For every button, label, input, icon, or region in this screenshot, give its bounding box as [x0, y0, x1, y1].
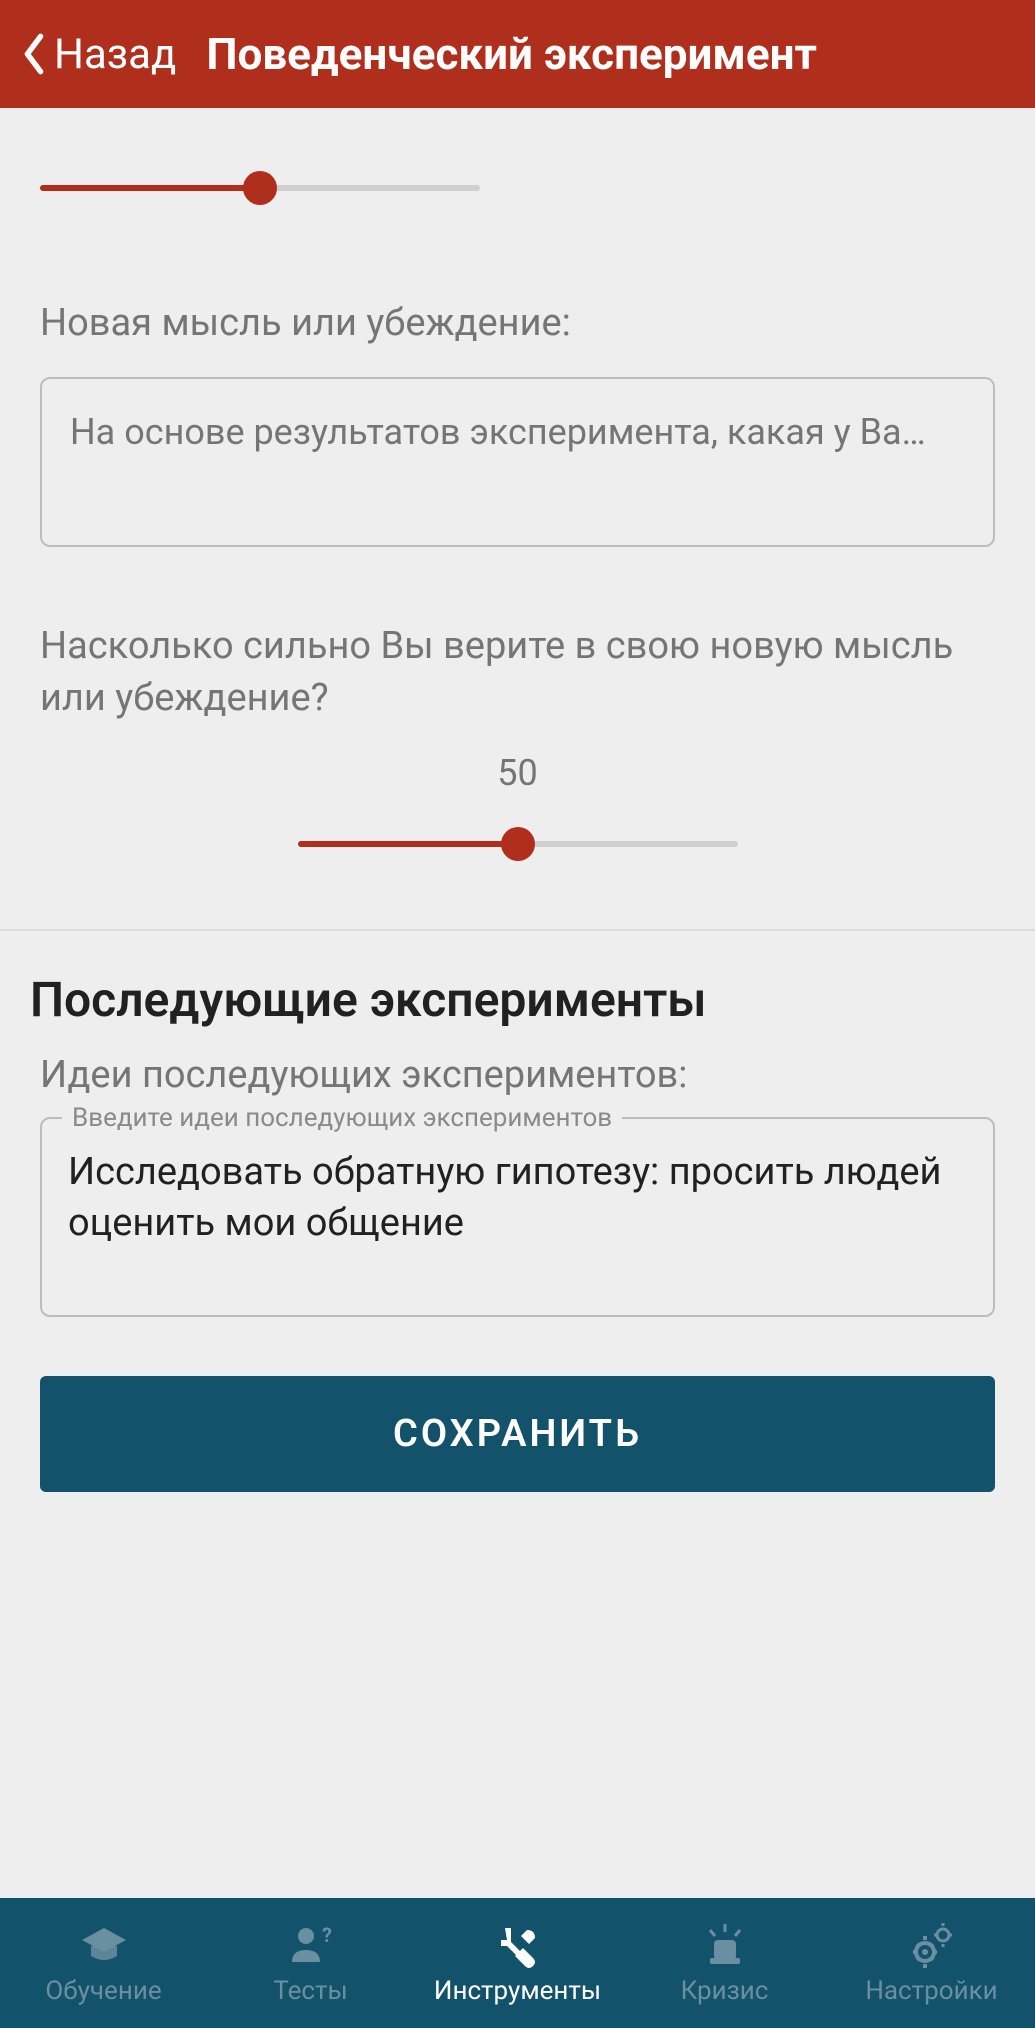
save-button[interactable]: СОХРАНИТЬ — [40, 1376, 995, 1492]
nav-label: Кризис — [681, 1976, 769, 2006]
slider-thumb[interactable] — [243, 171, 277, 205]
nav-label: Настройки — [865, 1976, 997, 2006]
svg-text:?: ? — [322, 1923, 332, 1947]
nav-label: Тесты — [273, 1976, 347, 2006]
nav-tools[interactable]: Инструменты — [414, 1920, 621, 2006]
back-button[interactable]: Назад — [20, 30, 176, 79]
slider-fill — [40, 185, 260, 191]
person-question-icon: ? — [286, 1920, 336, 1970]
nav-learning[interactable]: Обучение — [0, 1920, 207, 2006]
followup-section-title: Последующие эксперименты — [0, 931, 1035, 1053]
page-title: Поведенческий эксперимент — [206, 28, 817, 80]
content-area: Новая мысль или убеждение: Насколько сил… — [0, 108, 1035, 1898]
belief-question-label: Насколько сильно Вы верите в свою новую … — [40, 621, 995, 724]
app-header: Назад Поведенческий эксперимент — [0, 0, 1035, 108]
tools-icon — [493, 1920, 543, 1970]
slider-2-value: 50 — [298, 752, 738, 794]
slider-2[interactable] — [298, 814, 738, 874]
nav-crisis[interactable]: Кризис — [621, 1920, 828, 2006]
nav-settings[interactable]: Настройки — [828, 1920, 1035, 2006]
nav-label: Обучение — [45, 1976, 161, 2006]
nav-tests[interactable]: ? Тесты — [207, 1920, 414, 2006]
slider-1[interactable] — [40, 158, 480, 218]
followup-field: Введите идеи последующих экспериментов — [40, 1117, 995, 1321]
back-label: Назад — [54, 30, 176, 79]
followup-input[interactable] — [40, 1117, 995, 1317]
slider-fill — [298, 841, 518, 847]
nav-label: Инструменты — [434, 1976, 601, 2006]
new-thought-label: Новая мысль или убеждение: — [40, 298, 995, 349]
chevron-left-icon — [20, 32, 48, 76]
graduation-cap-icon — [79, 1920, 129, 1970]
siren-icon — [700, 1920, 750, 1970]
slider-thumb[interactable] — [501, 827, 535, 861]
bottom-nav: Обучение ? Тесты Инструменты Кризис — [0, 1898, 1035, 2028]
gears-icon — [907, 1920, 957, 1970]
followup-floating-label: Введите идеи последующих экспериментов — [62, 1103, 622, 1133]
new-thought-input[interactable] — [40, 377, 995, 547]
